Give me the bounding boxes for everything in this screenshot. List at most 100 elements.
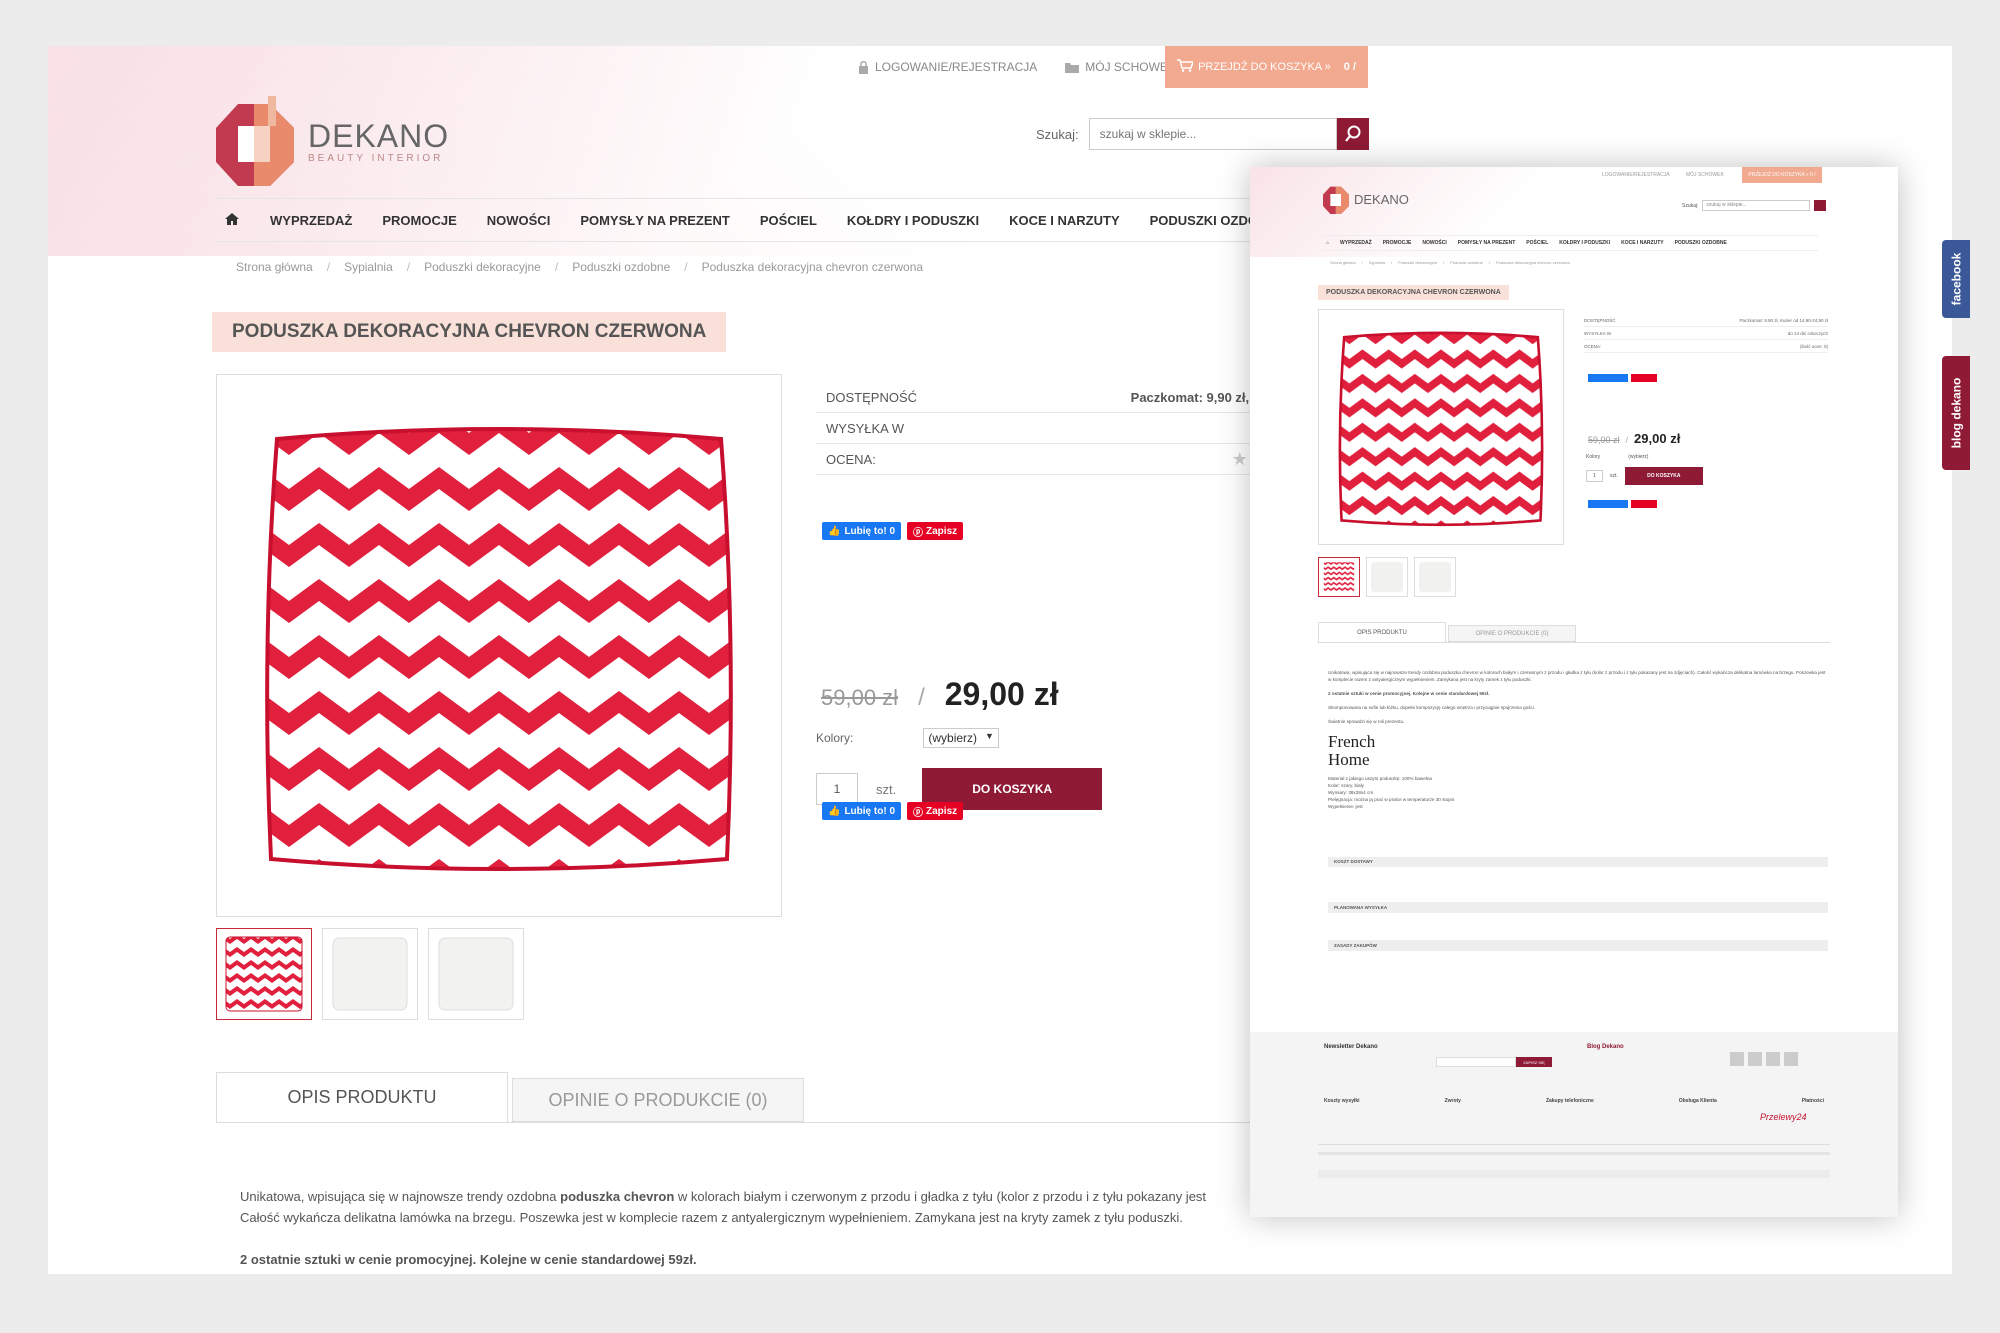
mini-footer-item: Obsługa Klienta bbox=[1678, 1098, 1717, 1104]
mini-twitter-icon[interactable] bbox=[1766, 1052, 1780, 1066]
mini-newsletter-title: Newsletter Dekano bbox=[1324, 1044, 1378, 1050]
mini-tab-divider bbox=[1318, 642, 1830, 643]
mini-color-selector: Kolory (wybierz) bbox=[1586, 454, 1648, 460]
product-title: PODUSZKA DEKORACYJNA CHEVRON CZERWONA bbox=[212, 312, 727, 352]
facebook-like-button[interactable]: 👍 Lubię to! 0 bbox=[822, 802, 902, 820]
mini-pinterest-save-button[interactable] bbox=[1631, 500, 1657, 508]
nav-item-promocje[interactable]: PROMOCJE bbox=[382, 213, 456, 228]
wishlist-link[interactable]: MÓJ SCHOWEK bbox=[1065, 60, 1176, 74]
mini-newsletter-button[interactable]: ZAPISZ SIĘ bbox=[1516, 1057, 1552, 1067]
colors-select[interactable]: (wybierz) ▼ bbox=[923, 728, 999, 748]
mini-spec-line: Materiał z jakiego uszyto poduszkę: 100%… bbox=[1328, 776, 1432, 781]
search-bar: Szukaj: bbox=[1036, 118, 1369, 150]
mini-info-value: Paczkomat: 9,90 zł, Kurier od 14,90-24,9… bbox=[1739, 317, 1828, 323]
breadcrumb-item[interactable]: Strona główna bbox=[236, 260, 313, 274]
mini-logo[interactable]: DEKANO bbox=[1322, 184, 1409, 214]
mini-wishlist-link[interactable]: MÓJ SCHOWEK bbox=[1686, 172, 1724, 178]
mini-thumbnail[interactable] bbox=[1414, 557, 1456, 597]
mini-blog-title[interactable]: Blog Dekano bbox=[1587, 1044, 1624, 1050]
thumbnail-white-pillow-image bbox=[332, 937, 408, 1011]
mini-add-to-cart-button[interactable]: DO KOSZYKA bbox=[1624, 467, 1703, 485]
cart-amount: 0 / bbox=[1343, 61, 1356, 73]
mini-search-label: Szukaj: bbox=[1682, 202, 1699, 209]
search-button[interactable] bbox=[1336, 118, 1369, 150]
mini-facebook-icon[interactable] bbox=[1730, 1052, 1744, 1066]
login-link[interactable]: LOGOWANIE/REJESTRACJA bbox=[858, 60, 1037, 74]
mini-price-separator: / bbox=[1625, 435, 1629, 445]
nav-item-pomysly-na-prezent[interactable]: POMYSŁY NA PREZENT bbox=[580, 213, 730, 228]
product-thumbnail[interactable] bbox=[322, 928, 418, 1020]
mini-login-link[interactable]: LOGOWANIE/REJESTRACJA bbox=[1602, 172, 1670, 178]
save-label: Zapisz bbox=[926, 805, 958, 817]
mini-product-image[interactable] bbox=[1318, 309, 1564, 545]
quantity-input[interactable]: 1 bbox=[816, 773, 858, 805]
mini-thumbnail-white-pillow-image bbox=[1419, 562, 1451, 592]
mini-social-bottom bbox=[1588, 500, 1657, 508]
mini-nav-item[interactable]: POMYSŁY NA PREZENT bbox=[1458, 240, 1516, 246]
mini-footer-item: Zakupy telefoniczne bbox=[1545, 1098, 1594, 1104]
home-icon[interactable] bbox=[224, 212, 240, 229]
mini-nav-item[interactable]: NOWOŚCI bbox=[1422, 240, 1446, 246]
facebook-side-label: facebook bbox=[1949, 252, 1963, 306]
mini-breadcrumb-item[interactable]: Poduszki ozdobne bbox=[1450, 260, 1483, 265]
mini-facebook-like-button[interactable] bbox=[1588, 374, 1628, 382]
mini-przelewy24-logo: Przelewy24 bbox=[1760, 1112, 1807, 1122]
mini-nav-item[interactable]: KOŁDRY I PODUSZKI bbox=[1559, 240, 1610, 246]
tab-description[interactable]: OPIS PRODUKTU bbox=[216, 1072, 508, 1122]
mini-breadcrumb-item[interactable]: Strona główna bbox=[1330, 260, 1356, 265]
mini-nav-item[interactable]: PROMOCJE bbox=[1383, 240, 1412, 246]
mini-quantity-input[interactable]: 1 bbox=[1586, 470, 1603, 482]
product-main-image[interactable] bbox=[216, 374, 782, 917]
logo-mark-icon bbox=[216, 96, 294, 186]
mini-facebook-like-button[interactable] bbox=[1588, 500, 1628, 508]
breadcrumb-item[interactable]: Sypialnia bbox=[344, 260, 393, 274]
mini-section-header: KOSZT DOSTAWY bbox=[1328, 857, 1828, 867]
color-selector: Kolory: (wybierz) ▼ bbox=[816, 728, 999, 748]
mini-colors-select[interactable]: (wybierz) bbox=[1628, 454, 1648, 460]
mini-thumbnail[interactable] bbox=[1366, 557, 1408, 597]
product-thumbnail[interactable] bbox=[216, 928, 312, 1020]
blog-side-tab[interactable]: blog dekano bbox=[1942, 356, 1970, 470]
mini-newsletter-input[interactable] bbox=[1436, 1057, 1516, 1067]
mini-footer: Newsletter Dekano ZAPISZ SIĘ Blog Dekano… bbox=[1250, 1032, 1898, 1217]
nav-item-nowosci[interactable]: NOWOŚCI bbox=[487, 213, 551, 228]
mini-nav-item[interactable]: KOCE I NARZUTY bbox=[1621, 240, 1664, 246]
mini-pinterest-icon[interactable] bbox=[1748, 1052, 1762, 1066]
mini-nav-item[interactable]: PODUSZKI OZDOBNE bbox=[1675, 240, 1727, 246]
pinterest-save-button[interactable]: ⓟ Zapisz bbox=[907, 522, 964, 540]
mini-home-icon[interactable]: ⌂ bbox=[1326, 240, 1329, 246]
mini-footer-links[interactable] bbox=[1318, 1152, 1830, 1155]
search-input[interactable] bbox=[1088, 118, 1337, 150]
facebook-like-button[interactable]: 👍 Lubię to! 0 bbox=[822, 522, 902, 540]
tab-reviews[interactable]: OPINIE O PRODUKCIE (0) bbox=[512, 1078, 804, 1122]
mini-googleplus-icon[interactable] bbox=[1784, 1052, 1798, 1066]
mini-search-button[interactable] bbox=[1814, 200, 1827, 211]
mini-nav-item[interactable]: WYPRZEDAŻ bbox=[1340, 240, 1372, 246]
mini-tab-description[interactable]: OPIS PRODUKTU bbox=[1318, 622, 1446, 642]
mini-section-header: ZASADY ZAKUPÓW bbox=[1328, 941, 1828, 951]
description-text: w kolorach białym i czerwonym z przodu i… bbox=[674, 1189, 1207, 1204]
nav-item-koldry-i-poduszki[interactable]: KOŁDRY I PODUSZKI bbox=[847, 213, 979, 228]
mini-tab-reviews[interactable]: OPINIE O PRODUKCIE (0) bbox=[1448, 625, 1576, 642]
breadcrumb-item[interactable]: Poduszki ozdobne bbox=[572, 260, 670, 274]
pinterest-save-button[interactable]: ⓟ Zapisz bbox=[907, 802, 964, 820]
mini-info-label: DOSTĘPNOŚĆ bbox=[1584, 317, 1616, 323]
nav-item-posciel[interactable]: POŚCIEL bbox=[760, 213, 817, 228]
facebook-side-tab[interactable]: facebook bbox=[1942, 240, 1970, 318]
mini-nav-item[interactable]: POŚCIEL bbox=[1526, 240, 1548, 246]
mini-search-input[interactable]: szukaj w sklepie... bbox=[1702, 200, 1811, 211]
nav-item-wyprzedaz[interactable]: WYPRZEDAŻ bbox=[270, 213, 352, 228]
mini-pinterest-save-button[interactable] bbox=[1631, 374, 1657, 382]
mini-cart-button[interactable]: PRZEJDŹ DO KOSZYKA » 0 / bbox=[1742, 167, 1822, 183]
mini-breadcrumb-item[interactable]: Sypialnia bbox=[1369, 260, 1385, 265]
mini-thumbnail[interactable] bbox=[1318, 557, 1360, 597]
logo[interactable]: DEKANO BEAUTY INTERIOR bbox=[214, 96, 449, 186]
product-thumbnail[interactable] bbox=[428, 928, 524, 1020]
mini-breadcrumb-item[interactable]: Poduszki dekoracyjne bbox=[1398, 260, 1437, 265]
nav-item-koce-i-narzuty[interactable]: KOCE I NARZUTY bbox=[1009, 213, 1120, 228]
mini-description: Unikatowa, wpisująca się w najnowsze tre… bbox=[1328, 669, 1828, 810]
cart-button[interactable]: PRZEJDŹ DO KOSZYKA » 0 / bbox=[1165, 46, 1368, 88]
thumbs-up-icon: 👍 bbox=[828, 805, 841, 817]
breadcrumb-item[interactable]: Poduszki dekoracyjne bbox=[424, 260, 541, 274]
cart-label: PRZEJDŹ DO KOSZYKA » bbox=[1198, 61, 1331, 73]
